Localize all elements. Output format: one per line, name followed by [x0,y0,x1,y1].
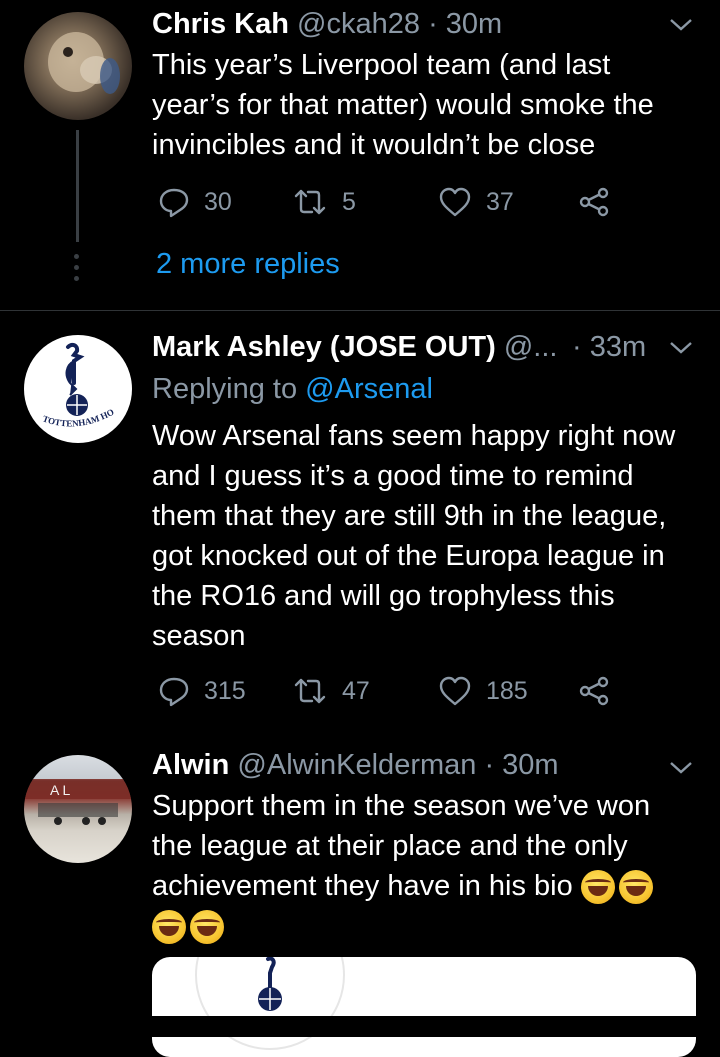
timestamp[interactable]: · 30m [484,749,558,781]
tweet-text: This year’s Liverpool team (and last yea… [152,45,700,165]
tweet-text-line: invincibles and it wouldn’t be close [152,129,596,161]
like-count: 185 [486,676,528,705]
tweet-text: Wow Arsenal fans seem happy right now an… [152,416,700,656]
share-icon [579,676,609,706]
share-button[interactable] [578,671,610,711]
chevron-down-icon[interactable] [668,757,694,777]
face-with-tears-of-joy-icon [190,910,224,945]
display-name[interactable]: Mark Ashley (JOSE OUT) [152,331,496,363]
reply-count: 315 [204,676,246,705]
replying-prefix: Replying to [152,373,298,405]
tweet-chris-kah[interactable]: Chris Kah @ckah28 · 30m This year’s Live… [0,0,720,310]
tweet-text-line: them that they are still 9th in the leag… [152,500,667,532]
thread-line [76,130,79,242]
timestamp[interactable]: · 33m [572,331,646,364]
reply-icon [159,188,189,218]
face-with-tears-of-joy-icon [152,910,186,945]
chevron-down-icon[interactable] [668,14,694,34]
tweet-actions: 315 47 185 [152,671,652,711]
retweet-button[interactable]: 47 [292,671,370,711]
tottenham-crest-icon [195,957,345,1050]
display-name[interactable]: Alwin [152,749,229,781]
replying-mention[interactable]: @Arsenal [305,373,433,405]
tweet-header: Alwin @AlwinKelderman · 30m [152,749,559,782]
tweet-text-line: got knocked out of the Europa league in [152,540,665,572]
tweet-text-line: This year’s Liverpool team (and last [152,49,611,81]
reply-button[interactable]: 315 [158,671,246,711]
retweet-icon [294,678,326,704]
tweet-text-line: and I guess it’s a good time to remind [152,460,634,492]
share-button[interactable] [578,182,610,222]
reply-count: 30 [204,187,232,216]
tweet-text-line: the league at their place and the only [152,830,628,862]
timestamp[interactable]: · 30m [428,8,502,40]
tweet-text-line: the RO16 and will go trophyless this [152,580,615,612]
like-button[interactable]: 37 [438,182,514,222]
replying-to: Replying to @Arsenal [152,373,433,406]
tweet-text-line: year’s for that matter) would smoke the [152,89,654,121]
retweet-count: 5 [342,187,356,216]
heart-icon [439,187,471,217]
tweet-actions: 30 5 37 [152,182,652,222]
avatar[interactable]: TOTTENHAM HOTSPUR [24,335,132,443]
tweet-text-line: achievement they have in his bio [152,866,700,906]
face-with-tears-of-joy-icon [618,870,653,905]
tweet-text-segment: achievement they have in his bio [152,870,573,902]
chevron-down-icon[interactable] [668,337,694,357]
tweet-text-line [152,906,700,946]
user-handle[interactable]: @AlwinKelderman [237,749,476,781]
stadium-sign-text: A L [50,782,70,798]
tweet-header: Mark Ashley (JOSE OUT) @... [152,331,557,364]
heart-icon [439,676,471,706]
tweet-text-line: Wow Arsenal fans seem happy right now [152,420,676,452]
stadium-photo-icon: A L [24,779,132,825]
retweet-count: 47 [342,676,370,705]
reply-button[interactable]: 30 [158,182,232,222]
avatar[interactable] [24,12,132,120]
like-button[interactable]: 185 [438,671,528,711]
tweet-text-line: Support them in the season we’ve won [152,790,651,822]
like-count: 37 [486,187,514,216]
bottom-edge [0,1016,720,1037]
tottenham-crest-icon: TOTTENHAM HOTSPUR [24,335,116,428]
reply-icon [159,677,189,707]
face-with-tears-of-joy-icon [580,870,615,905]
share-icon [579,187,609,217]
retweet-icon [294,189,326,215]
avatar[interactable]: A L [24,755,132,863]
user-handle[interactable]: @ckah28 [297,8,420,40]
display-name[interactable]: Chris Kah [152,8,289,40]
timestamp-text: · 33m [572,331,647,363]
thread-dots [73,254,81,287]
tweet-text-line: season [152,620,246,652]
tweet-text: Support them in the season we’ve won the… [152,786,700,946]
user-handle[interactable]: @... [504,331,558,363]
dog-photo-icon [48,32,120,94]
tweet-header: Chris Kah @ckah28 · 30m [152,8,502,41]
attached-image-card[interactable] [152,957,696,1057]
retweet-button[interactable]: 5 [292,182,356,222]
tweet-mark-ashley[interactable]: TOTTENHAM HOTSPUR Mark Ashley (JOSE OUT)… [0,311,720,741]
more-replies-link[interactable]: 2 more replies [156,248,340,281]
